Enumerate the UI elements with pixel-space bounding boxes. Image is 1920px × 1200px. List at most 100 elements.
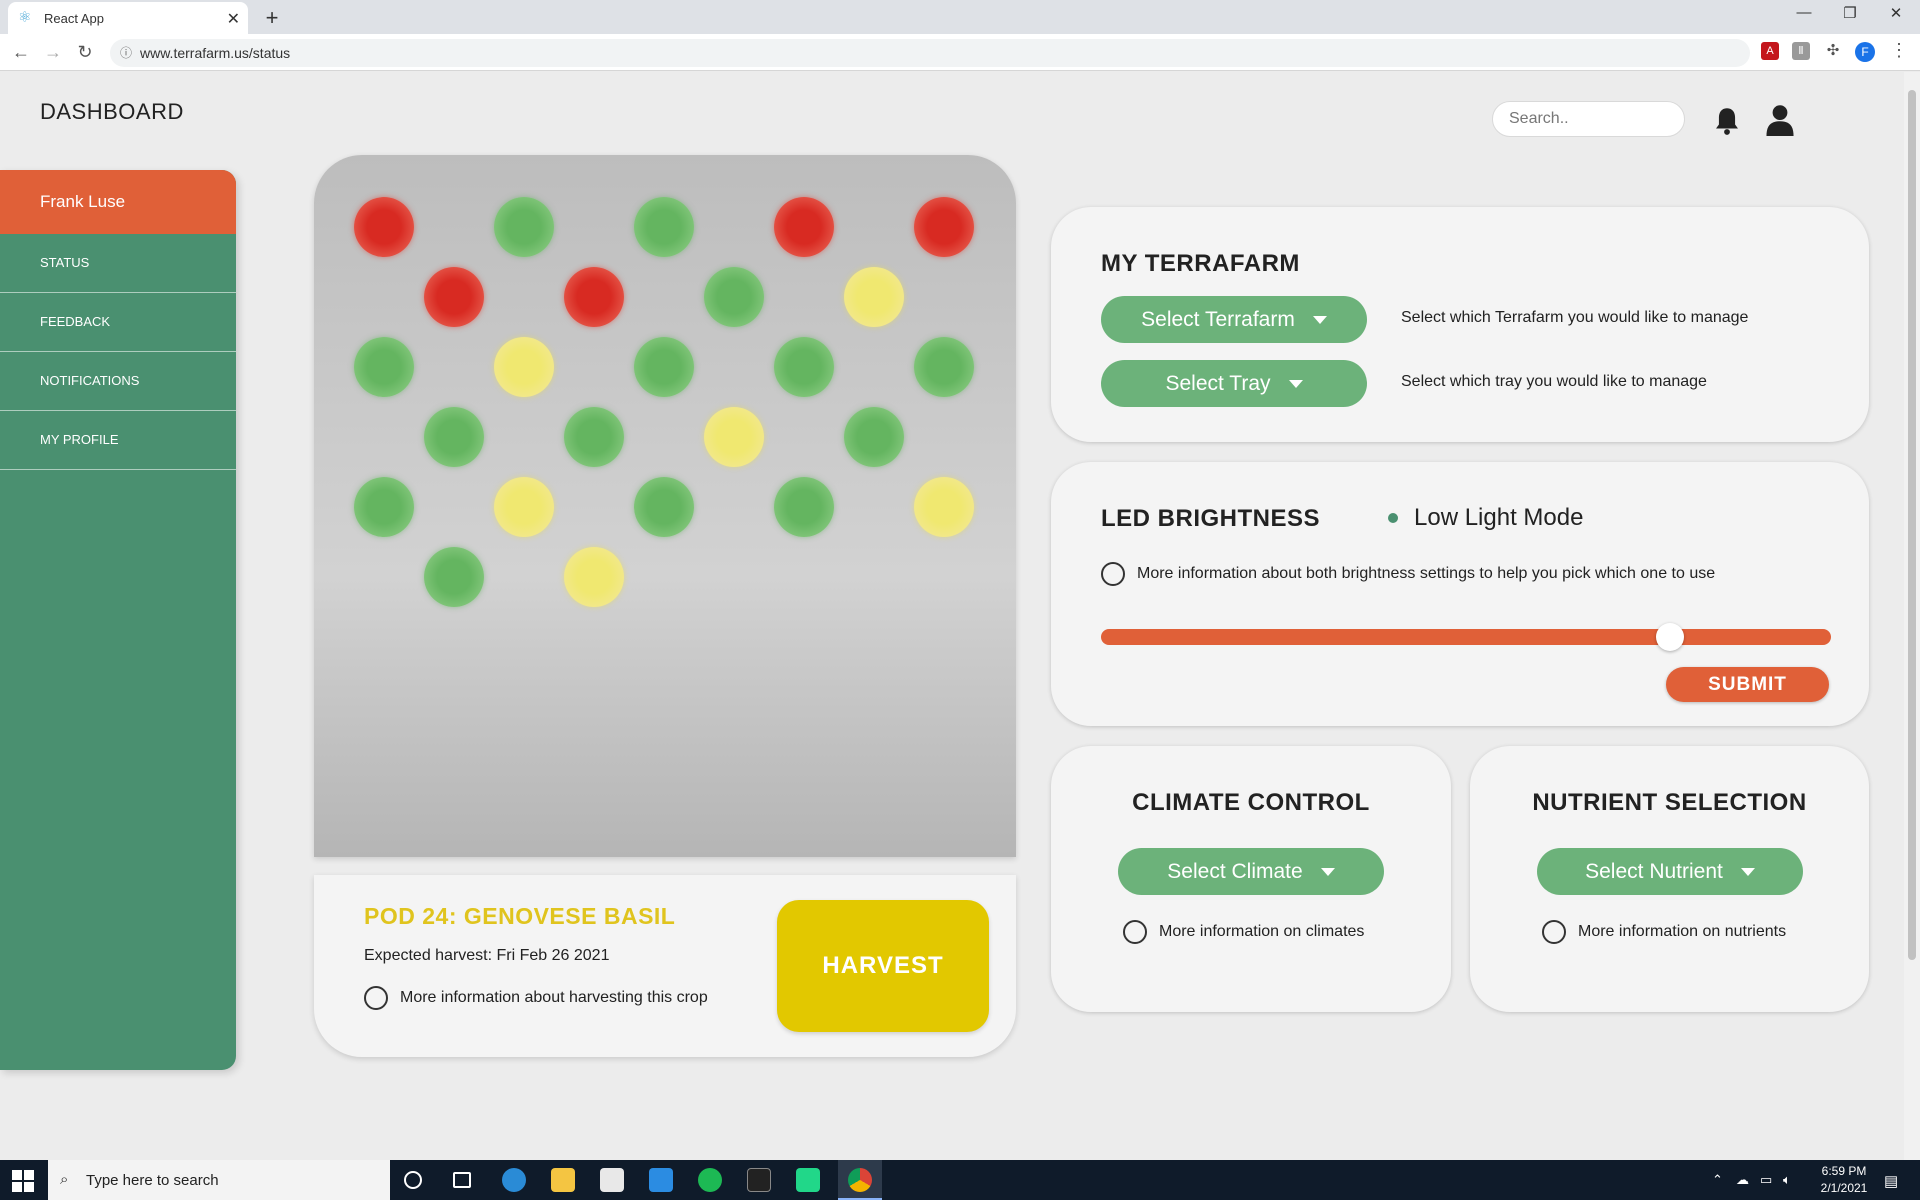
- browser-tab[interactable]: ⚛ React App ✕: [8, 2, 248, 34]
- chevron-down-icon: [1320, 867, 1335, 876]
- back-icon[interactable]: ←: [10, 42, 32, 63]
- radio-button[interactable]: [1123, 920, 1147, 944]
- submit-button[interactable]: SUBMIT: [1666, 667, 1829, 702]
- my-terrafarm-title: MY TERRAFARM: [1101, 250, 1300, 277]
- forward-icon[interactable]: →: [42, 42, 64, 63]
- sidebar-item-feedback[interactable]: FEEDBACK: [0, 293, 236, 352]
- minimize-icon[interactable]: —: [1792, 4, 1816, 21]
- pod-7[interactable]: [564, 267, 624, 327]
- pod-11[interactable]: [494, 337, 554, 397]
- scrollbar-thumb[interactable]: [1908, 90, 1916, 960]
- harvest-button[interactable]: HARVEST: [777, 900, 989, 1032]
- terminal-icon[interactable]: [747, 1168, 771, 1192]
- pod-18[interactable]: [844, 407, 904, 467]
- tab-title: React App: [44, 10, 104, 26]
- brightness-info-option[interactable]: More information about both brightness s…: [1101, 562, 1715, 586]
- extension-icon[interactable]: Ⅱ: [1792, 42, 1810, 60]
- brightness-slider[interactable]: [1101, 623, 1831, 651]
- new-tab-button[interactable]: +: [260, 5, 284, 31]
- spotify-icon[interactable]: [698, 1168, 722, 1192]
- info-icon[interactable]: ⓘ: [120, 39, 132, 67]
- react-icon: ⚛: [18, 9, 32, 26]
- pod-19[interactable]: [354, 477, 414, 537]
- select-climate-dropdown[interactable]: Select Climate: [1118, 848, 1384, 895]
- restore-icon[interactable]: ❐: [1838, 4, 1862, 22]
- pod-10[interactable]: [354, 337, 414, 397]
- store-icon[interactable]: [600, 1168, 624, 1192]
- pod-15[interactable]: [424, 407, 484, 467]
- user-icon[interactable]: [1765, 104, 1795, 136]
- pod-1[interactable]: [354, 197, 414, 257]
- pod-14[interactable]: [914, 337, 974, 397]
- pod-12[interactable]: [634, 337, 694, 397]
- cortana-icon[interactable]: [404, 1171, 422, 1189]
- reload-icon[interactable]: ↻: [74, 42, 96, 63]
- pod-25[interactable]: [564, 547, 624, 607]
- task-view-icon[interactable]: [453, 1172, 471, 1188]
- radio-button[interactable]: [1101, 562, 1125, 586]
- bell-icon[interactable]: [1713, 106, 1741, 136]
- pod-23[interactable]: [914, 477, 974, 537]
- pycharm-icon[interactable]: [796, 1168, 820, 1192]
- climate-control-card: CLIMATE CONTROL Select Climate More info…: [1051, 746, 1451, 1012]
- select-terrafarm-dropdown[interactable]: Select Terrafarm: [1101, 296, 1367, 343]
- file-explorer-icon[interactable]: [551, 1168, 575, 1192]
- led-brightness-card: LED BRIGHTNESS Low Light Mode More infor…: [1051, 462, 1869, 726]
- select-tray-dropdown[interactable]: Select Tray: [1101, 360, 1367, 407]
- pod-3[interactable]: [634, 197, 694, 257]
- taskbar-search[interactable]: ⌕ Type here to search: [48, 1160, 390, 1200]
- network-icon[interactable]: ▭: [1760, 1172, 1772, 1188]
- pod-6[interactable]: [424, 267, 484, 327]
- sidebar: Frank Luse STATUS FEEDBACK NOTIFICATIONS…: [0, 170, 236, 1070]
- sidebar-item-status[interactable]: STATUS: [0, 234, 236, 293]
- pod-9[interactable]: [844, 267, 904, 327]
- close-tab-icon[interactable]: ✕: [227, 9, 240, 29]
- pod-info-card: POD 24: GENOVESE BASIL Expected harvest:…: [314, 875, 1016, 1057]
- volume-icon[interactable]: 🔈︎: [1783, 1172, 1791, 1188]
- scrollbar[interactable]: [1904, 72, 1920, 1160]
- radio-button[interactable]: [364, 986, 388, 1010]
- harvest-info-option[interactable]: More information about harvesting this c…: [364, 986, 708, 1010]
- climate-info-option[interactable]: More information on climates: [1123, 920, 1364, 944]
- browser-tab-bar: ⚛ React App ✕ + — ❐ ✕: [0, 0, 1920, 34]
- more-icon[interactable]: ⋮: [1890, 40, 1908, 61]
- sidebar-item-notifications[interactable]: NOTIFICATIONS: [0, 352, 236, 411]
- pod-20[interactable]: [494, 477, 554, 537]
- pod-21[interactable]: [634, 477, 694, 537]
- clock-time[interactable]: 6:59 PM: [1810, 1164, 1878, 1178]
- puzzle-icon[interactable]: ✣: [1824, 42, 1842, 60]
- close-window-icon[interactable]: ✕: [1884, 4, 1908, 22]
- sidebar-item-my-profile[interactable]: MY PROFILE: [0, 411, 236, 470]
- chrome-taskbar-button[interactable]: [838, 1160, 882, 1200]
- slider-thumb[interactable]: [1655, 623, 1684, 651]
- profile-avatar[interactable]: F: [1855, 42, 1875, 62]
- taskbar: ⌕ Type here to search ⌃ ☁ ▭ 🔈︎ 6:59 PM 2…: [0, 1160, 1920, 1200]
- nutrient-info-option[interactable]: More information on nutrients: [1542, 920, 1786, 944]
- mail-icon[interactable]: [649, 1168, 673, 1192]
- pod-16[interactable]: [564, 407, 624, 467]
- select-climate-label: Select Climate: [1167, 859, 1303, 883]
- clock-date[interactable]: 2/1/2021: [1810, 1181, 1878, 1195]
- pod-4[interactable]: [774, 197, 834, 257]
- pdf-extension-icon[interactable]: A: [1761, 42, 1779, 60]
- pod-24[interactable]: [424, 547, 484, 607]
- pod-17[interactable]: [704, 407, 764, 467]
- cloud-icon[interactable]: ☁: [1736, 1172, 1749, 1188]
- notification-center-icon[interactable]: ▤: [1884, 1172, 1898, 1190]
- select-nutrient-label: Select Nutrient: [1585, 859, 1723, 883]
- search-input[interactable]: [1492, 101, 1685, 137]
- windows-start-icon[interactable]: [12, 1170, 34, 1192]
- url-field[interactable]: ⓘ www.terrafarm.us/status: [110, 39, 1750, 67]
- chevron-up-icon[interactable]: ⌃: [1712, 1172, 1723, 1188]
- select-tray-label: Select Tray: [1165, 371, 1271, 395]
- pod-13[interactable]: [774, 337, 834, 397]
- sidebar-user-name[interactable]: Frank Luse: [0, 170, 236, 234]
- pod-22[interactable]: [774, 477, 834, 537]
- pod-title: POD 24: GENOVESE BASIL: [364, 903, 676, 929]
- select-nutrient-dropdown[interactable]: Select Nutrient: [1537, 848, 1803, 895]
- pod-5[interactable]: [914, 197, 974, 257]
- pod-2[interactable]: [494, 197, 554, 257]
- radio-button[interactable]: [1542, 920, 1566, 944]
- edge-icon[interactable]: [502, 1168, 526, 1192]
- pod-8[interactable]: [704, 267, 764, 327]
